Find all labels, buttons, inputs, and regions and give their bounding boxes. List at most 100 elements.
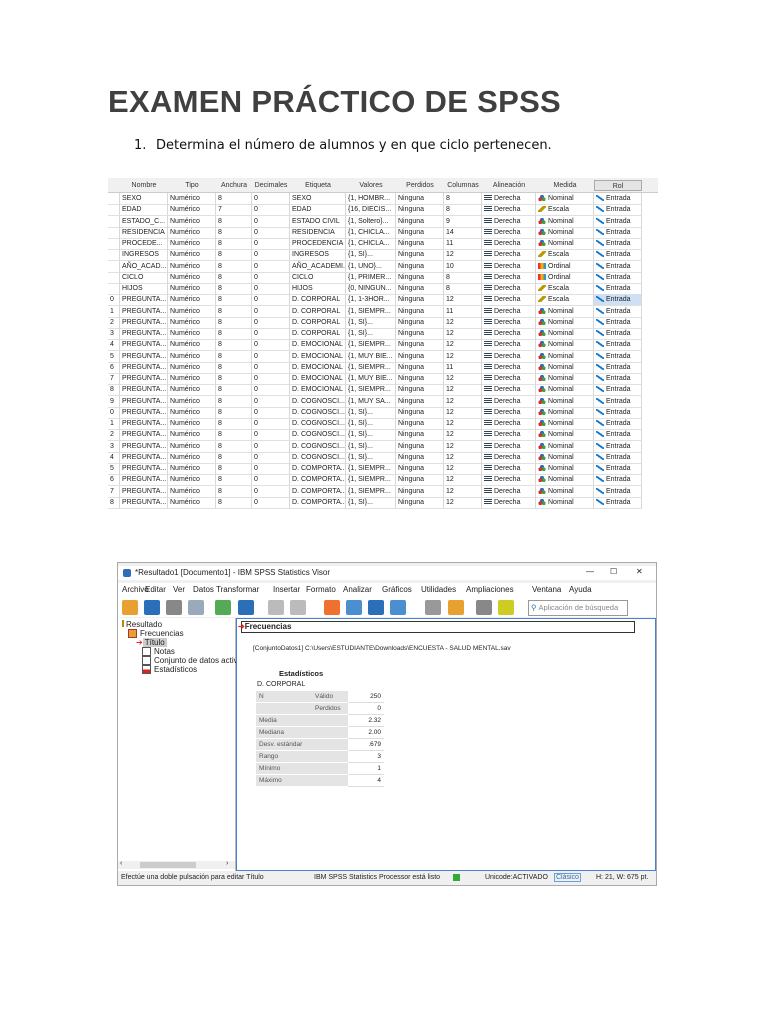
table-cell[interactable]: Derecha (482, 283, 536, 294)
table-cell[interactable]: Derecha (482, 384, 536, 396)
column-header[interactable]: Columnas (444, 180, 482, 191)
table-cell[interactable]: 0 (252, 440, 290, 452)
table-cell[interactable]: Ninguna (396, 485, 444, 497)
table-cell[interactable]: 0 (252, 271, 290, 283)
table-cell[interactable]: Numérico (168, 361, 216, 373)
table-cell[interactable]: Derecha (482, 463, 536, 474)
column-header[interactable]: Etiqueta (290, 180, 346, 191)
table-cell[interactable]: 8 (216, 373, 252, 384)
table-cell[interactable]: Numérico (168, 204, 216, 216)
table-cell[interactable]: 12 (444, 440, 482, 452)
menu-transformar[interactable]: Transformar (216, 585, 259, 594)
table-cell[interactable]: SEXO (290, 193, 346, 204)
table-cell[interactable]: {1, SIEMPR... (346, 463, 396, 474)
table-cell[interactable]: PREGUNTA... (120, 384, 168, 396)
table-cell[interactable]: Entrada (594, 271, 642, 283)
table-cell[interactable]: 0 (252, 249, 290, 261)
table-cell[interactable]: Numérico (168, 238, 216, 249)
table-cell[interactable]: 12 (444, 418, 482, 429)
table-cell[interactable]: Nominal (536, 463, 594, 474)
tree-item-titulo[interactable]: ➔ Título (136, 638, 167, 647)
table-cell[interactable]: 7 (216, 204, 252, 216)
table-cell[interactable]: ESTADO_C... (120, 215, 168, 227)
menu-graficos[interactable]: Gráficos (382, 585, 412, 594)
table-cell[interactable]: D. CORPORAL (290, 294, 346, 306)
table-cell[interactable]: Derecha (482, 418, 536, 429)
table-cell[interactable]: Ninguna (396, 316, 444, 328)
table-cell[interactable]: 0 (252, 373, 290, 384)
table-cell[interactable]: Entrada (594, 361, 642, 373)
column-header[interactable]: Alineación (482, 180, 536, 191)
table-cell[interactable]: 8 (216, 339, 252, 351)
table-cell[interactable]: 12 (444, 350, 482, 362)
table-cell[interactable]: Ninguna (396, 193, 444, 204)
table-cell[interactable]: Entrada (594, 328, 642, 339)
table-cell[interactable]: 0 (252, 418, 290, 429)
table-cell[interactable]: Derecha (482, 451, 536, 463)
table-cell[interactable]: 8 (216, 485, 252, 497)
table-cell[interactable]: Derecha (482, 350, 536, 362)
column-header[interactable]: Anchura (216, 180, 252, 191)
table-cell[interactable]: D. CORPORAL (290, 316, 346, 328)
table-cell[interactable]: 8 (216, 193, 252, 204)
table-cell[interactable]: PROCEDENCIA (290, 238, 346, 249)
table-cell[interactable]: Nominal (536, 226, 594, 238)
table-cell[interactable]: PREGUNTA... (120, 429, 168, 441)
table-cell[interactable]: Ninguna (396, 496, 444, 508)
table-cell[interactable]: 8 (216, 496, 252, 508)
table-cell[interactable]: 0 (252, 485, 290, 497)
table-cell[interactable]: {1, SI}... (346, 429, 396, 441)
search-box[interactable]: ⚲ Aplicación de búsqueda (528, 600, 628, 616)
table-cell[interactable]: PREGUNTA... (120, 451, 168, 463)
table-cell[interactable]: D. COMPORTA... (290, 463, 346, 474)
table-cell[interactable]: 8 (216, 238, 252, 249)
table-cell[interactable]: 8 (216, 328, 252, 339)
table-cell[interactable]: Entrada (594, 215, 642, 227)
table-cell[interactable]: Nominal (536, 305, 594, 317)
menu-datos[interactable]: Datos (193, 585, 214, 594)
table-cell[interactable]: Numérico (168, 451, 216, 463)
table-cell[interactable]: 12 (444, 485, 482, 497)
table-cell[interactable]: {1, SIEMPR... (346, 305, 396, 317)
table-cell[interactable]: {1, SIEMPR... (346, 384, 396, 396)
table-cell[interactable]: HIJOS (290, 283, 346, 294)
table-cell[interactable]: {1, SI}... (346, 406, 396, 418)
table-cell[interactable]: Nominal (536, 429, 594, 441)
table-cell[interactable]: Ninguna (396, 294, 444, 306)
table-cell[interactable]: Nominal (536, 193, 594, 204)
table-cell[interactable]: {1, MUY BIE... (346, 373, 396, 384)
mode-status[interactable]: Clásico (554, 873, 581, 882)
table-cell[interactable]: {1, SI}... (346, 418, 396, 429)
table-cell[interactable]: Numérico (168, 496, 216, 508)
table-cell[interactable]: Numérico (168, 395, 216, 407)
table-cell[interactable]: AÑO_ACADEMI... (290, 260, 346, 272)
table-cell[interactable]: 12 (444, 373, 482, 384)
table-cell[interactable]: D. COMPORTA... (290, 474, 346, 486)
table-cell[interactable]: D. CORPORAL (290, 305, 346, 317)
table-cell[interactable]: Escala (536, 204, 594, 216)
table-cell[interactable]: RESIDENCIA (290, 226, 346, 238)
table-cell[interactable]: 12 (444, 316, 482, 328)
table-cell[interactable]: Numérico (168, 418, 216, 429)
table-cell[interactable]: D. EMOCIONAL (290, 384, 346, 396)
table-cell[interactable]: Ninguna (396, 429, 444, 441)
table-cell[interactable]: PREGUNTA... (120, 395, 168, 407)
column-header[interactable]: Rol (594, 180, 642, 191)
redo-icon[interactable] (290, 600, 306, 615)
table-cell[interactable]: 12 (444, 339, 482, 351)
table-cell[interactable]: 0 (252, 204, 290, 216)
table-cell[interactable]: D. CORPORAL (290, 328, 346, 339)
menu-ampliaciones[interactable]: Ampliaciones (466, 585, 514, 594)
table-cell[interactable]: 8 (216, 249, 252, 261)
table-cell[interactable]: Entrada (594, 451, 642, 463)
table-cell[interactable]: D. COMPORTA... (290, 485, 346, 497)
table-cell[interactable]: Derecha (482, 249, 536, 261)
table-cell[interactable]: {1, MUY SA... (346, 395, 396, 407)
table-cell[interactable]: 0 (252, 395, 290, 407)
table-cell[interactable]: Derecha (482, 204, 536, 216)
table-cell[interactable]: Numérico (168, 193, 216, 204)
save-icon[interactable] (144, 600, 160, 615)
table-cell[interactable]: {1, MUY BIE... (346, 350, 396, 362)
insert-output-icon[interactable] (448, 600, 464, 615)
table-cell[interactable]: CICLO (290, 271, 346, 283)
